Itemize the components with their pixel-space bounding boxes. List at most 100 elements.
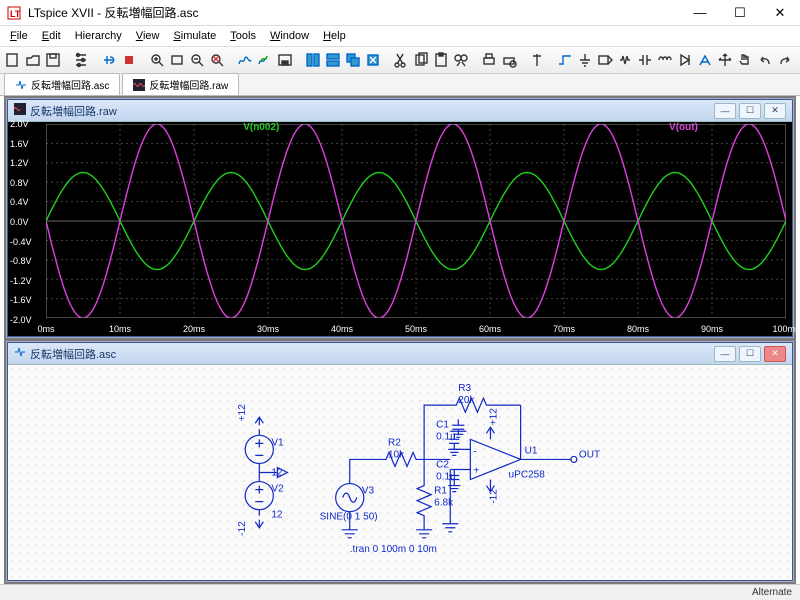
status-mode: Alternate — [752, 587, 792, 598]
x-tick-label: 40ms — [331, 324, 353, 334]
svg-text:R1: R1 — [434, 486, 447, 497]
cascade-button[interactable] — [344, 49, 362, 71]
x-tick-label: 100ms — [772, 324, 799, 334]
zoom-in-button[interactable] — [148, 49, 166, 71]
schematic-canvas[interactable]: - + V1 — [8, 365, 792, 580]
schematic-window-title[interactable]: 反転増幅回路.asc — ☐ ✕ — [8, 343, 792, 365]
open-button[interactable] — [24, 49, 42, 71]
child-close-button[interactable]: ✕ — [764, 346, 786, 362]
svg-text:-12: -12 — [488, 489, 499, 504]
resistor-button[interactable] — [616, 49, 634, 71]
app-icon: LT — [6, 5, 22, 21]
svg-text:OUT: OUT — [579, 449, 600, 460]
undo-button[interactable] — [756, 49, 774, 71]
child-maximize-button[interactable]: ☐ — [739, 346, 761, 362]
x-tick-label: 60ms — [479, 324, 501, 334]
setup-button[interactable] — [276, 49, 294, 71]
minimize-button[interactable]: — — [680, 0, 720, 26]
inductor-button[interactable] — [656, 49, 674, 71]
run-button[interactable] — [100, 49, 118, 71]
child-minimize-button[interactable]: — — [714, 103, 736, 119]
y-tick-label: -0.4V — [10, 237, 32, 247]
diode-button[interactable] — [676, 49, 694, 71]
schematic-file-icon — [14, 346, 26, 361]
child-maximize-button[interactable]: ☐ — [739, 103, 761, 119]
svg-text:0.1u: 0.1u — [436, 431, 456, 442]
y-tick-label: 2.0V — [10, 119, 29, 129]
autorange-button[interactable] — [236, 49, 254, 71]
zoom-pan-button[interactable] — [168, 49, 186, 71]
x-tick-label: 90ms — [701, 324, 723, 334]
menubar: File Edit Hierarchy View Simulate Tools … — [0, 26, 800, 46]
svg-text:V1: V1 — [271, 437, 284, 448]
paste-button[interactable] — [432, 49, 450, 71]
label-button[interactable] — [596, 49, 614, 71]
component-button[interactable] — [696, 49, 714, 71]
svg-text:20k: 20k — [458, 395, 475, 406]
toolbar: Aa .op — [0, 46, 800, 74]
tile-v-button[interactable] — [324, 49, 342, 71]
statusbar: Alternate — [0, 584, 800, 600]
wire-button[interactable] — [556, 49, 574, 71]
maximize-button[interactable]: ☐ — [720, 0, 760, 26]
menu-edit[interactable]: Edit — [36, 28, 67, 44]
move-button[interactable] — [716, 49, 734, 71]
y-tick-label: -2.0V — [10, 315, 32, 325]
capacitor-button[interactable] — [636, 49, 654, 71]
svg-text:C1: C1 — [436, 419, 449, 430]
child-close-button[interactable]: ✕ — [764, 103, 786, 119]
menu-file[interactable]: File — [4, 28, 34, 44]
close-button[interactable]: ✕ — [760, 0, 800, 26]
zoom-out-button[interactable] — [188, 49, 206, 71]
save-button[interactable] — [44, 49, 62, 71]
close-all-button[interactable] — [364, 49, 382, 71]
svg-text:-12: -12 — [237, 521, 248, 536]
add-trace-button[interactable] — [256, 49, 274, 71]
tab-schematic[interactable]: 反転増幅回路.asc — [4, 73, 120, 95]
y-tick-label: 0.8V — [10, 178, 29, 188]
schematic-window: 反転増幅回路.asc — ☐ ✕ — [7, 342, 793, 581]
pick-button[interactable] — [528, 49, 546, 71]
x-tick-label: 20ms — [183, 324, 205, 334]
x-tick-label: 0ms — [37, 324, 54, 334]
print-setup-button[interactable] — [500, 49, 518, 71]
menu-hierarchy[interactable]: Hierarchy — [69, 28, 128, 44]
x-tick-label: 70ms — [553, 324, 575, 334]
rotate-button[interactable] — [796, 49, 800, 71]
svg-text:-: - — [473, 446, 476, 457]
plot-area[interactable]: V(n002) V(out) -2.0V-1.6V-1.2V-0.8V-0.4V… — [8, 122, 792, 336]
new-schematic-button[interactable] — [4, 49, 22, 71]
svg-text:+12: +12 — [488, 408, 499, 425]
menu-window[interactable]: Window — [264, 28, 315, 44]
svg-text:SINE(0 1 50): SINE(0 1 50) — [320, 512, 378, 523]
control-panel-button[interactable] — [72, 49, 90, 71]
find-button[interactable] — [452, 49, 470, 71]
print-button[interactable] — [480, 49, 498, 71]
menu-help[interactable]: Help — [317, 28, 352, 44]
drag-button[interactable] — [736, 49, 754, 71]
redo-button[interactable] — [776, 49, 794, 71]
svg-text:R2: R2 — [388, 437, 401, 448]
waveform-file-icon — [14, 103, 26, 118]
cut-button[interactable] — [392, 49, 410, 71]
copy-button[interactable] — [412, 49, 430, 71]
y-tick-label: 0.4V — [10, 197, 29, 207]
menu-tools[interactable]: Tools — [224, 28, 262, 44]
child-minimize-button[interactable]: — — [714, 346, 736, 362]
x-tick-label: 10ms — [109, 324, 131, 334]
menu-simulate[interactable]: Simulate — [167, 28, 222, 44]
schematic-file-icon — [15, 79, 27, 91]
zoom-full-button[interactable] — [208, 49, 226, 71]
window-title: LTspice XVII - 反転増幅回路.asc — [28, 4, 680, 21]
waveform-window: 反転増幅回路.raw — ☐ ✕ V(n002) V(out) -2.0V-1.… — [7, 99, 793, 337]
menu-view[interactable]: View — [130, 28, 166, 44]
ground-button[interactable] — [576, 49, 594, 71]
svg-text:10k: 10k — [388, 449, 405, 460]
svg-text:+: + — [473, 466, 479, 477]
halt-button[interactable] — [120, 49, 138, 71]
tab-waveform[interactable]: 反転増幅回路.raw — [122, 73, 239, 95]
y-tick-label: -1.2V — [10, 276, 32, 286]
tile-h-button[interactable] — [304, 49, 322, 71]
document-tabs: 反転増幅回路.asc 反転増幅回路.raw — [0, 74, 800, 96]
waveform-window-title[interactable]: 反転増幅回路.raw — ☐ ✕ — [8, 100, 792, 122]
